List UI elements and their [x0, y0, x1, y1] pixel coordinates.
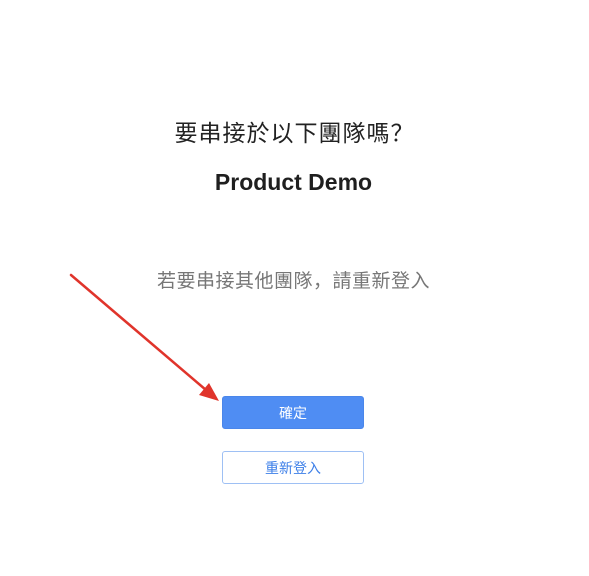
relogin-hint: 若要串接其他團隊，請重新登入	[156, 270, 430, 292]
confirm-button[interactable]: 確定	[222, 396, 364, 429]
team-connect-dialog: 要串接於以下團隊嗎？ Product Demo 若要串接其他團隊，請重新登入 確…	[0, 0, 589, 576]
team-name: Product Demo	[214, 169, 373, 195]
relogin-button[interactable]: 重新登入	[222, 451, 364, 484]
connect-question: 要串接於以下團隊嗎？	[174, 121, 415, 147]
